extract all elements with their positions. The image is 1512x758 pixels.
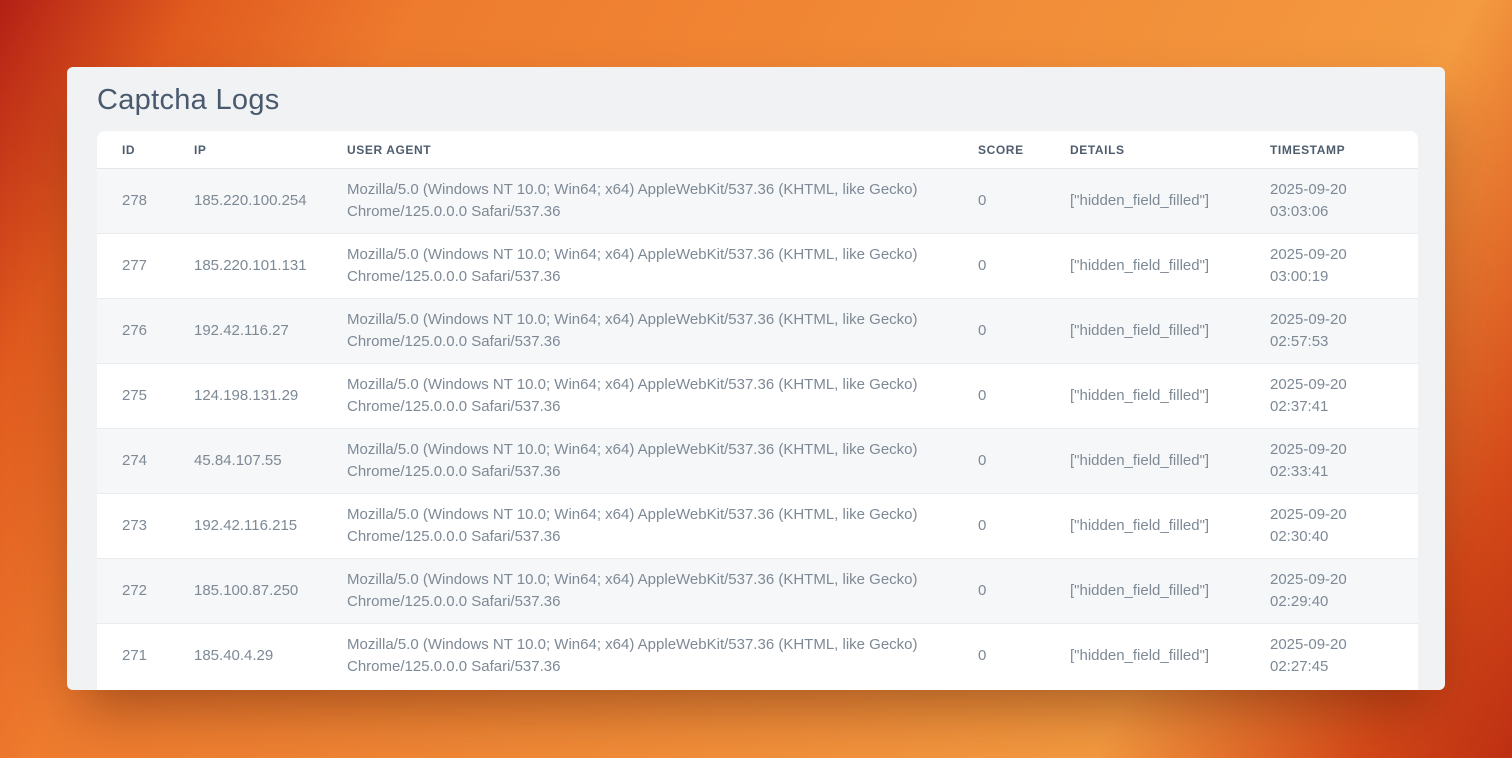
- logs-table: IDIPUSER AGENTSCOREDETAILSTIMESTAMP 278 …: [97, 131, 1418, 688]
- cell-id: 276: [97, 299, 194, 364]
- cell-score: 0: [978, 494, 1070, 559]
- column-header: TIMESTAMP: [1270, 131, 1418, 169]
- cell-user-agent: Mozilla/5.0 (Windows NT 10.0; Win64; x64…: [347, 234, 978, 299]
- cell-id: 278: [97, 169, 194, 234]
- table-row: 274 45.84.107.55 Mozilla/5.0 (Windows NT…: [97, 429, 1418, 494]
- cell-id: 271: [97, 624, 194, 689]
- logs-table-container: IDIPUSER AGENTSCOREDETAILSTIMESTAMP 278 …: [97, 131, 1418, 690]
- cell-details: ["hidden_field_filled"]: [1070, 494, 1270, 559]
- logs-table-body: 278 185.220.100.254 Mozilla/5.0 (Windows…: [97, 169, 1418, 689]
- cell-ip: 185.220.100.254: [194, 169, 347, 234]
- cell-user-agent: Mozilla/5.0 (Windows NT 10.0; Win64; x64…: [347, 169, 978, 234]
- cell-details: ["hidden_field_filled"]: [1070, 234, 1270, 299]
- cell-score: 0: [978, 559, 1070, 624]
- table-row: 278 185.220.100.254 Mozilla/5.0 (Windows…: [97, 169, 1418, 234]
- cell-timestamp: 2025-09-20 03:03:06: [1270, 169, 1418, 234]
- column-header: USER AGENT: [347, 131, 978, 169]
- column-header: ID: [97, 131, 194, 169]
- table-row: 271 185.40.4.29 Mozilla/5.0 (Windows NT …: [97, 624, 1418, 689]
- cell-ip: 185.40.4.29: [194, 624, 347, 689]
- table-row: 272 185.100.87.250 Mozilla/5.0 (Windows …: [97, 559, 1418, 624]
- page-background: Captcha Logs IDIPUSER AGENTSCOREDETAILST…: [0, 0, 1512, 758]
- cell-ip: 192.42.116.215: [194, 494, 347, 559]
- column-header: SCORE: [978, 131, 1070, 169]
- cell-id: 274: [97, 429, 194, 494]
- cell-user-agent: Mozilla/5.0 (Windows NT 10.0; Win64; x64…: [347, 624, 978, 689]
- cell-id: 272: [97, 559, 194, 624]
- cell-ip: 185.100.87.250: [194, 559, 347, 624]
- cell-user-agent: Mozilla/5.0 (Windows NT 10.0; Win64; x64…: [347, 364, 978, 429]
- cell-score: 0: [978, 169, 1070, 234]
- cell-id: 273: [97, 494, 194, 559]
- cell-score: 0: [978, 429, 1070, 494]
- cell-score: 0: [978, 364, 1070, 429]
- cell-score: 0: [978, 299, 1070, 364]
- cell-user-agent: Mozilla/5.0 (Windows NT 10.0; Win64; x64…: [347, 494, 978, 559]
- captcha-logs-card: Captcha Logs IDIPUSER AGENTSCOREDETAILST…: [67, 67, 1445, 690]
- cell-ip: 45.84.107.55: [194, 429, 347, 494]
- cell-user-agent: Mozilla/5.0 (Windows NT 10.0; Win64; x64…: [347, 559, 978, 624]
- cell-timestamp: 2025-09-20 02:57:53: [1270, 299, 1418, 364]
- cell-timestamp: 2025-09-20 02:27:45: [1270, 624, 1418, 689]
- cell-ip: 192.42.116.27: [194, 299, 347, 364]
- cell-score: 0: [978, 234, 1070, 299]
- cell-timestamp: 2025-09-20 02:33:41: [1270, 429, 1418, 494]
- cell-timestamp: 2025-09-20 02:37:41: [1270, 364, 1418, 429]
- cell-user-agent: Mozilla/5.0 (Windows NT 10.0; Win64; x64…: [347, 429, 978, 494]
- column-header: IP: [194, 131, 347, 169]
- table-row: 276 192.42.116.27 Mozilla/5.0 (Windows N…: [97, 299, 1418, 364]
- cell-ip: 185.220.101.131: [194, 234, 347, 299]
- cell-details: ["hidden_field_filled"]: [1070, 559, 1270, 624]
- cell-details: ["hidden_field_filled"]: [1070, 624, 1270, 689]
- table-row: 275 124.198.131.29 Mozilla/5.0 (Windows …: [97, 364, 1418, 429]
- table-row: 277 185.220.101.131 Mozilla/5.0 (Windows…: [97, 234, 1418, 299]
- cell-id: 275: [97, 364, 194, 429]
- table-row: 273 192.42.116.215 Mozilla/5.0 (Windows …: [97, 494, 1418, 559]
- cell-ip: 124.198.131.29: [194, 364, 347, 429]
- cell-details: ["hidden_field_filled"]: [1070, 299, 1270, 364]
- cell-details: ["hidden_field_filled"]: [1070, 169, 1270, 234]
- page-title: Captcha Logs: [67, 67, 1445, 131]
- cell-score: 0: [978, 624, 1070, 689]
- cell-timestamp: 2025-09-20 02:30:40: [1270, 494, 1418, 559]
- cell-details: ["hidden_field_filled"]: [1070, 429, 1270, 494]
- cell-details: ["hidden_field_filled"]: [1070, 364, 1270, 429]
- table-header-row: IDIPUSER AGENTSCOREDETAILSTIMESTAMP: [97, 131, 1418, 169]
- cell-timestamp: 2025-09-20 03:00:19: [1270, 234, 1418, 299]
- cell-user-agent: Mozilla/5.0 (Windows NT 10.0; Win64; x64…: [347, 299, 978, 364]
- cell-id: 277: [97, 234, 194, 299]
- cell-timestamp: 2025-09-20 02:29:40: [1270, 559, 1418, 624]
- column-header: DETAILS: [1070, 131, 1270, 169]
